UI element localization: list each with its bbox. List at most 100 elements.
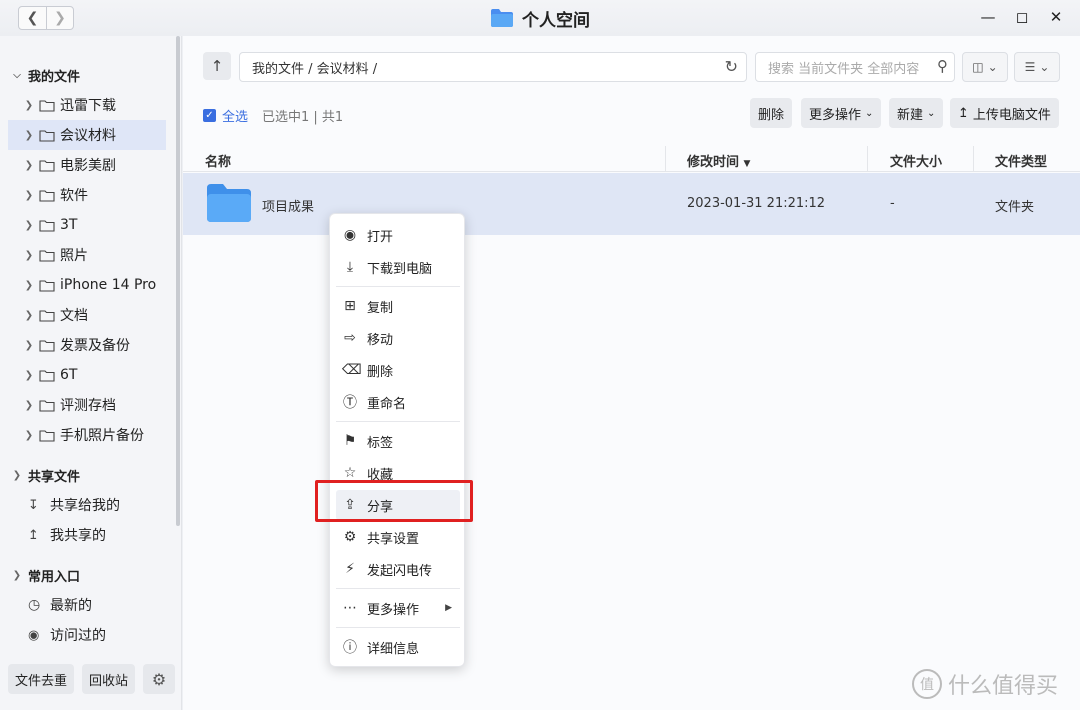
upload-icon: ↥ xyxy=(958,105,969,121)
menu-label: 更多操作 xyxy=(367,602,420,618)
sidebar-item-folder[interactable]: ❯ 电影美剧 xyxy=(8,150,166,180)
sidebar-item-folder[interactable]: ❯ 评测存档 xyxy=(8,390,166,420)
chevron-right-icon: ❯ xyxy=(12,469,22,481)
menu-item-download[interactable]: ⤓ 下载到电脑 xyxy=(336,252,460,282)
folder-outline-icon xyxy=(39,429,55,442)
menu-item-share-settings[interactable]: ⚙ 共享设置 xyxy=(336,522,460,552)
close-button[interactable]: ✕ xyxy=(1048,8,1064,26)
col-name[interactable]: 名称 xyxy=(205,151,231,170)
common-label: 访问过的 xyxy=(50,628,106,644)
sidebar-item-folder[interactable]: ❯ 照片 xyxy=(8,240,166,270)
menu-item-copy[interactable]: ⊞ 复制 xyxy=(336,291,460,321)
minimize-button[interactable]: — xyxy=(980,8,996,26)
sidebar-section-common[interactable]: ❯ 常用入口 xyxy=(10,560,168,590)
watermark: 值 什么值得买 xyxy=(912,668,1058,700)
menu-item-details[interactable]: ⓘ 详细信息 xyxy=(336,632,460,662)
shared-label: 共享给我的 xyxy=(50,498,120,514)
chevron-right-icon: ❯ xyxy=(24,279,34,291)
file-size: - xyxy=(890,196,895,211)
share-settings-icon: ⚙ xyxy=(343,529,357,545)
sidebar-item-visited[interactable]: ◉ 访问过的 xyxy=(28,620,186,650)
delete-button[interactable]: 删除 xyxy=(750,98,793,128)
sidebar-item-folder[interactable]: ❯ iPhone 14 Pro xyxy=(8,270,166,300)
recycle-bin-button[interactable]: 回收站 xyxy=(82,664,136,694)
sidebar-item-my-shared[interactable]: ↥ 我共享的 xyxy=(28,520,186,550)
folder-outline-icon xyxy=(39,399,55,412)
chevron-down-icon: ⌄ xyxy=(987,60,998,74)
menu-item-tag[interactable]: ⚑ 标签 xyxy=(336,426,460,456)
delete-label: 删除 xyxy=(758,107,785,123)
path-bar[interactable]: 我的文件 / 会议材料 / ↻ xyxy=(239,52,747,82)
sort-view-button[interactable]: ◫ ⌄ xyxy=(962,52,1008,82)
sidebar-item-recent[interactable]: ◷ 最新的 xyxy=(28,590,186,620)
forward-button[interactable]: ❯ xyxy=(46,7,73,29)
col-size[interactable]: 文件大小 xyxy=(890,151,942,170)
path-text: 我的文件 / 会议材料 / xyxy=(252,61,378,77)
folder-label: iPhone 14 Pro xyxy=(60,277,157,293)
menu-item-rename[interactable]: Ⓣ 重命名 xyxy=(336,387,460,417)
sidebar-item-folder[interactable]: ❯ 软件 xyxy=(8,180,166,210)
chevron-right-icon: ❯ xyxy=(24,99,34,111)
column-divider[interactable] xyxy=(665,146,666,172)
open-icon: ◉ xyxy=(343,227,357,243)
folder-outline-icon xyxy=(39,189,55,202)
upload-button[interactable]: ↥ 上传电脑文件 xyxy=(950,98,1059,128)
menu-label: 重命名 xyxy=(367,396,407,412)
sidebar-section-my-files[interactable]: ⌵ 我的文件 xyxy=(10,60,168,90)
sidebar-item-folder[interactable]: ❯ 发票及备份 xyxy=(8,330,166,360)
folder-label: 电影美剧 xyxy=(60,158,116,174)
col-modified-label: 修改时间 xyxy=(687,155,740,170)
sidebar-item-folder-selected[interactable]: ❯ 会议材料 xyxy=(8,120,166,150)
select-all-label[interactable]: 全选 xyxy=(222,106,248,125)
sidebar-item-folder[interactable]: ❯ 文档 xyxy=(8,300,166,330)
new-button[interactable]: 新建 ⌄ xyxy=(889,98,944,128)
file-modified: 2023-01-31 21:21:12 xyxy=(687,196,826,211)
column-divider[interactable] xyxy=(973,146,974,172)
more-actions-label: 更多操作 xyxy=(809,107,862,123)
refresh-icon[interactable]: ↻ xyxy=(725,57,738,76)
select-all[interactable]: ✓ 全选 已选中1 | 共1 xyxy=(203,106,343,125)
menu-item-move[interactable]: ⇨ 移动 xyxy=(336,323,460,353)
back-button[interactable]: ❮ xyxy=(19,7,46,29)
sort-desc-icon: ▼ xyxy=(743,159,751,169)
folder-label: 手机照片备份 xyxy=(60,428,144,444)
search-icon[interactable]: ⚲ xyxy=(937,57,948,75)
chevron-right-icon: ❯ xyxy=(24,369,34,381)
search-input[interactable]: 搜索 当前文件夹 全部内容 ⚲ xyxy=(755,52,955,82)
checkbox-checked[interactable]: ✓ xyxy=(203,109,216,122)
menu-item-delete[interactable]: ⌫ 删除 xyxy=(336,355,460,385)
column-divider[interactable] xyxy=(867,146,868,172)
menu-item-flash-transfer[interactable]: ⚡ 发起闪电传 xyxy=(336,554,460,584)
col-modified[interactable]: 修改时间 ▼ xyxy=(687,151,750,170)
share-out-icon: ↥ xyxy=(28,527,39,543)
menu-label: 移动 xyxy=(367,332,394,348)
folder-label: 文档 xyxy=(60,308,88,324)
clock-icon: ◷ xyxy=(28,597,41,613)
chevron-right-icon: ❯ xyxy=(24,339,34,351)
table-row[interactable]: 项目成果 2023-01-31 21:21:12 - 文件夹 xyxy=(183,173,1080,235)
folder-outline-icon xyxy=(39,219,55,232)
arrow-up-icon: ↑ xyxy=(210,57,224,75)
window-title-text: 个人空间 xyxy=(522,10,590,31)
sidebar-scrollbar[interactable] xyxy=(176,36,180,526)
sidebar-item-shared-with-me[interactable]: ↧ 共享给我的 xyxy=(28,490,186,520)
annotation-highlight xyxy=(315,480,473,522)
maximize-button[interactable]: ◻ xyxy=(1014,8,1030,26)
sidebar-item-folder[interactable]: ❯ 迅雷下载 xyxy=(8,90,166,120)
sidebar-item-folder[interactable]: ❯ 6T xyxy=(8,360,166,390)
settings-button[interactable]: ⚙ xyxy=(143,664,176,694)
col-type[interactable]: 文件类型 xyxy=(995,151,1047,170)
dedupe-button[interactable]: 文件去重 xyxy=(8,664,75,694)
sidebar-item-folder[interactable]: ❯ 手机照片备份 xyxy=(8,420,166,450)
chevron-right-icon: ❯ xyxy=(24,159,34,171)
upload-label: 上传电脑文件 xyxy=(972,107,1051,123)
sidebar-section-shared[interactable]: ❯ 共享文件 xyxy=(10,460,168,490)
menu-item-open[interactable]: ◉ 打开 xyxy=(336,220,460,250)
chevron-down-icon: ⌵ xyxy=(13,69,21,81)
sidebar-item-folder[interactable]: ❯ 3T xyxy=(8,210,166,240)
menu-label: 复制 xyxy=(367,300,394,316)
menu-item-more[interactable]: ⋯ 更多操作 ▶ xyxy=(336,593,460,623)
up-level-button[interactable]: ↑ xyxy=(203,52,231,80)
list-view-button[interactable]: ☰ ⌄ xyxy=(1014,52,1060,82)
more-actions-button[interactable]: 更多操作 ⌄ xyxy=(801,98,882,128)
